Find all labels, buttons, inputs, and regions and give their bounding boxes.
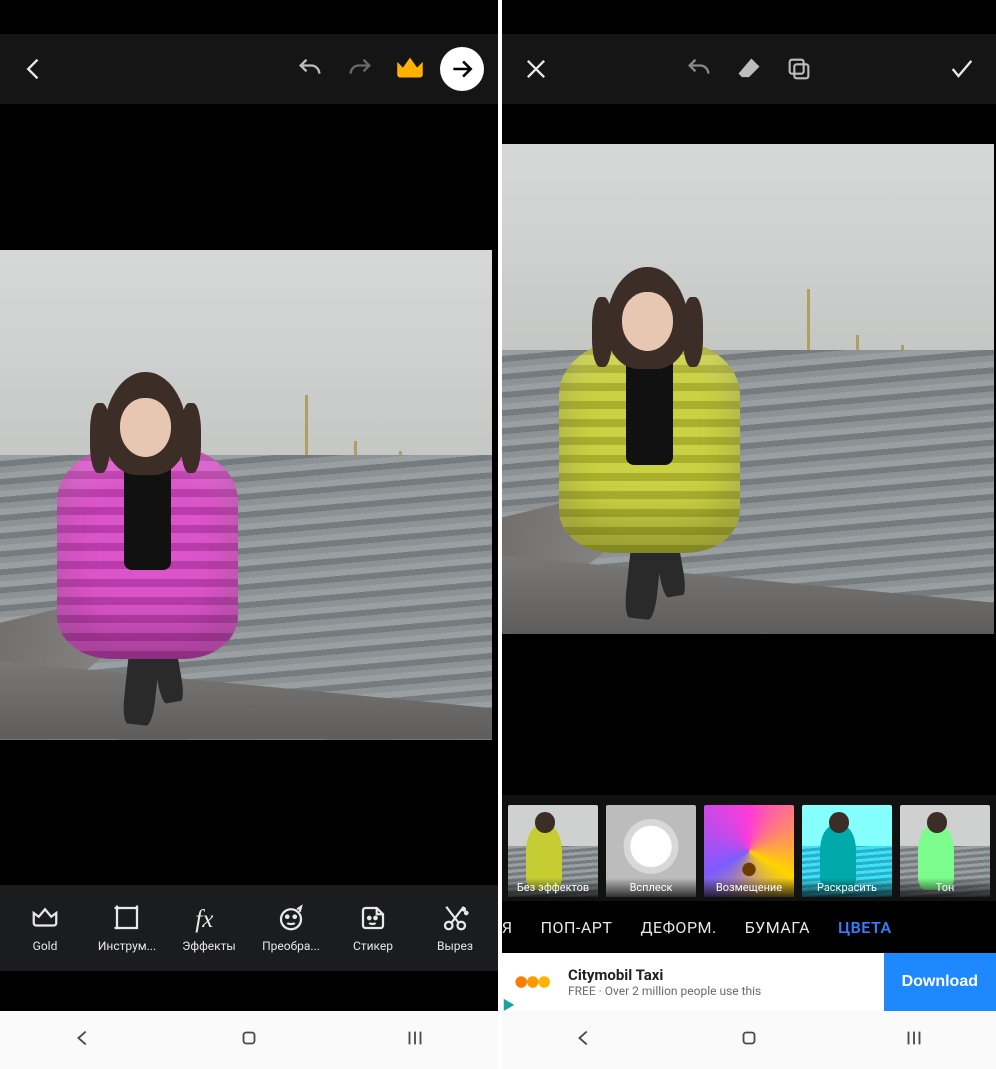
- status-bar: [0, 0, 498, 34]
- top-toolbar: [0, 34, 498, 104]
- eraser-button[interactable]: [729, 49, 769, 89]
- tool-transform[interactable]: Преобра...: [250, 903, 332, 953]
- next-button[interactable]: [440, 47, 484, 91]
- ad-download-button[interactable]: Download: [884, 953, 996, 1011]
- effect-thumb[interactable]: Раскрасить: [802, 805, 892, 897]
- left-screen: Gold Инструм... fx Эффекты Преобра... Ст…: [0, 0, 498, 1069]
- nav-recent-icon[interactable]: [404, 1027, 426, 1053]
- nav-home-icon[interactable]: [238, 1027, 260, 1053]
- nav-back-icon[interactable]: [72, 1027, 94, 1053]
- tool-label: Gold: [33, 939, 58, 953]
- redo-button[interactable]: [340, 49, 380, 89]
- ad-app-icon: [512, 959, 558, 1005]
- edited-photo: [0, 250, 492, 740]
- effect-thumb[interactable]: Тон: [900, 805, 990, 897]
- ad-subtitle: FREE · Over 2 million people use this: [568, 984, 884, 998]
- ad-info-icon[interactable]: [502, 997, 516, 1011]
- system-navbar: [502, 1011, 996, 1069]
- effect-label: Тон: [900, 878, 990, 897]
- system-navbar: [0, 1011, 498, 1069]
- tool-label: Эффекты: [182, 939, 235, 953]
- effect-label: Возмещение: [704, 878, 794, 897]
- layers-button[interactable]: [779, 49, 819, 89]
- premium-crown-icon[interactable]: [390, 49, 430, 89]
- effects-strip[interactable]: Без эффектов Всплеск Возмещение Раскрасить Т…: [502, 795, 996, 901]
- tool-cutout[interactable]: Вырез: [414, 903, 496, 953]
- undo-button[interactable]: [679, 49, 719, 89]
- effect-thumb[interactable]: Всплеск: [606, 805, 696, 897]
- image-canvas[interactable]: [502, 104, 996, 795]
- category-tab[interactable]: ДЕФОРМ.: [640, 918, 716, 937]
- nav-home-icon[interactable]: [738, 1027, 760, 1053]
- category-tab[interactable]: ИЯ: [502, 918, 513, 937]
- tool-instruments[interactable]: Инструм...: [86, 903, 168, 953]
- nav-recent-icon[interactable]: [903, 1027, 925, 1053]
- tool-label: Вырез: [437, 939, 473, 953]
- close-button[interactable]: [516, 49, 556, 89]
- effect-label: Всплеск: [606, 878, 696, 897]
- undo-button[interactable]: [290, 49, 330, 89]
- tool-label: Инструм...: [98, 939, 156, 953]
- category-tabs: ИЯ ПОП-АРТ ДЕФОРМ. БУМАГА ЦВЕТА: [502, 901, 996, 953]
- image-canvas[interactable]: [0, 104, 498, 885]
- effect-thumb[interactable]: Возмещение: [704, 805, 794, 897]
- back-button[interactable]: [14, 49, 54, 89]
- svg-text:fx: fx: [195, 906, 213, 933]
- apply-button[interactable]: [942, 49, 982, 89]
- effect-label: Без эффектов: [508, 878, 598, 897]
- tool-effects[interactable]: fx Эффекты: [168, 903, 250, 953]
- nav-back-icon[interactable]: [573, 1027, 595, 1053]
- category-tab[interactable]: ЦВЕТА: [838, 918, 892, 937]
- tool-label: Стикер: [353, 939, 393, 953]
- ad-banner[interactable]: Citymobil Taxi FREE · Over 2 million peo…: [502, 953, 996, 1011]
- tool-sticker[interactable]: Стикер: [332, 903, 414, 953]
- top-toolbar: [502, 34, 996, 104]
- edited-photo: [502, 144, 994, 634]
- right-screen: Без эффектов Всплеск Возмещение Раскрасить Т…: [498, 0, 996, 1069]
- tool-label: Преобра...: [262, 939, 320, 953]
- ad-title: Citymobil Taxi: [568, 966, 884, 984]
- bottom-toolbar: Gold Инструм... fx Эффекты Преобра... Ст…: [0, 885, 498, 971]
- tool-gold[interactable]: Gold: [4, 903, 86, 953]
- category-tab[interactable]: БУМАГА: [745, 918, 810, 937]
- effect-label: Раскрасить: [802, 878, 892, 897]
- effect-thumb[interactable]: Без эффектов: [508, 805, 598, 897]
- status-bar: [502, 0, 996, 34]
- category-tab[interactable]: ПОП-АРТ: [541, 918, 613, 937]
